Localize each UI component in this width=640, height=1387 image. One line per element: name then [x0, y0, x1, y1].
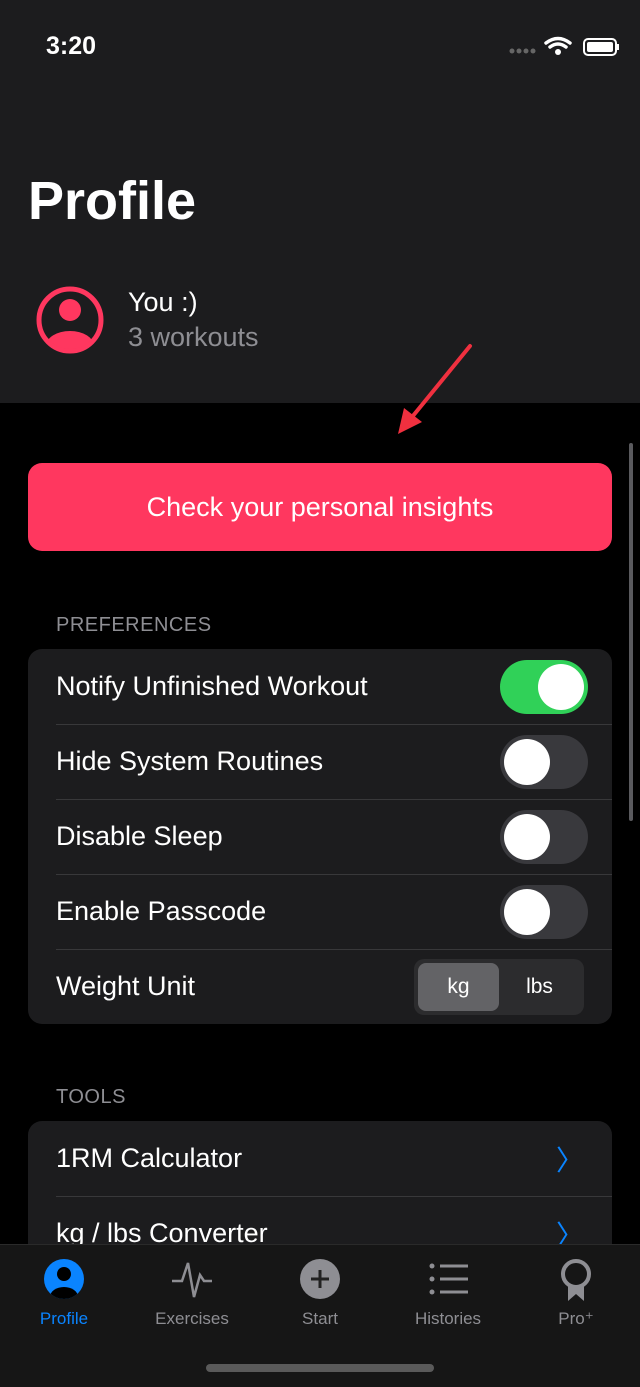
weight-unit-segmented-control[interactable]: kg lbs — [414, 958, 584, 1015]
status-icons — [508, 36, 620, 63]
row-label: Disable Sleep — [56, 821, 223, 851]
row-label: Notify Unfinished Workout — [56, 671, 368, 701]
award-icon — [561, 1259, 591, 1301]
tab-label: Histories — [414, 1309, 482, 1328]
arrow-annotation-icon — [398, 344, 472, 434]
tab-label: Start — [302, 1309, 338, 1328]
row-label: Weight Unit — [56, 971, 196, 1001]
user-name: You :) — [128, 287, 198, 317]
hide-routines-toggle[interactable] — [500, 734, 588, 789]
pref-row-hide-routines: Hide System Routines — [28, 724, 612, 799]
scrollbar[interactable] — [629, 443, 633, 821]
pref-row-passcode: Enable Passcode — [28, 874, 612, 949]
workout-count: 3 workouts — [128, 322, 259, 352]
segment-lbs[interactable]: lbs — [499, 963, 580, 1011]
row-label: 1RM Calculator — [56, 1143, 243, 1173]
disable-sleep-toggle[interactable] — [500, 809, 588, 864]
tab-profile[interactable]: Profile — [0, 1257, 128, 1329]
tools-section-label: TOOLS — [56, 1086, 126, 1108]
passcode-toggle[interactable] — [500, 884, 588, 939]
page-title: Profile — [28, 171, 197, 231]
segment-kg[interactable]: kg — [418, 962, 499, 1011]
tab-label: Exercises — [155, 1309, 229, 1328]
tab-label: Pro⁺ — [558, 1309, 594, 1328]
preferences-card: Notify Unfinished Workout Hide System Ro… — [28, 649, 612, 1024]
tab-start[interactable]: Start — [256, 1257, 384, 1329]
pref-row-notify: Notify Unfinished Workout — [28, 649, 612, 724]
personal-insights-button[interactable]: Check your personal insights — [28, 463, 612, 551]
pulse-icon — [172, 1262, 212, 1298]
tab-label: Profile — [39, 1309, 89, 1328]
tab-exercises[interactable]: Exercises — [128, 1257, 256, 1329]
notify-toggle[interactable] — [500, 659, 588, 714]
list-icon — [429, 1263, 468, 1295]
status-time: 3:20 — [46, 32, 97, 60]
tool-row-1rm[interactable]: 1RM Calculator 〉 — [28, 1121, 612, 1196]
home-indicator — [206, 1364, 434, 1372]
pref-row-weight-unit: Weight Unit kg lbs — [28, 949, 612, 1024]
person-circle-icon — [44, 1259, 84, 1299]
pref-row-disable-sleep: Disable Sleep — [28, 799, 612, 874]
tab-pro[interactable]: Pro⁺ — [512, 1257, 640, 1329]
tab-histories[interactable]: Histories — [384, 1257, 512, 1329]
avatar-icon[interactable] — [36, 286, 104, 359]
plus-circle-icon — [300, 1259, 340, 1299]
chevron-right-icon: 〉 — [555, 1144, 584, 1176]
row-label: Hide System Routines — [56, 746, 324, 776]
row-label: Enable Passcode — [56, 896, 267, 926]
preferences-section-label: PREFERENCES — [56, 614, 212, 636]
